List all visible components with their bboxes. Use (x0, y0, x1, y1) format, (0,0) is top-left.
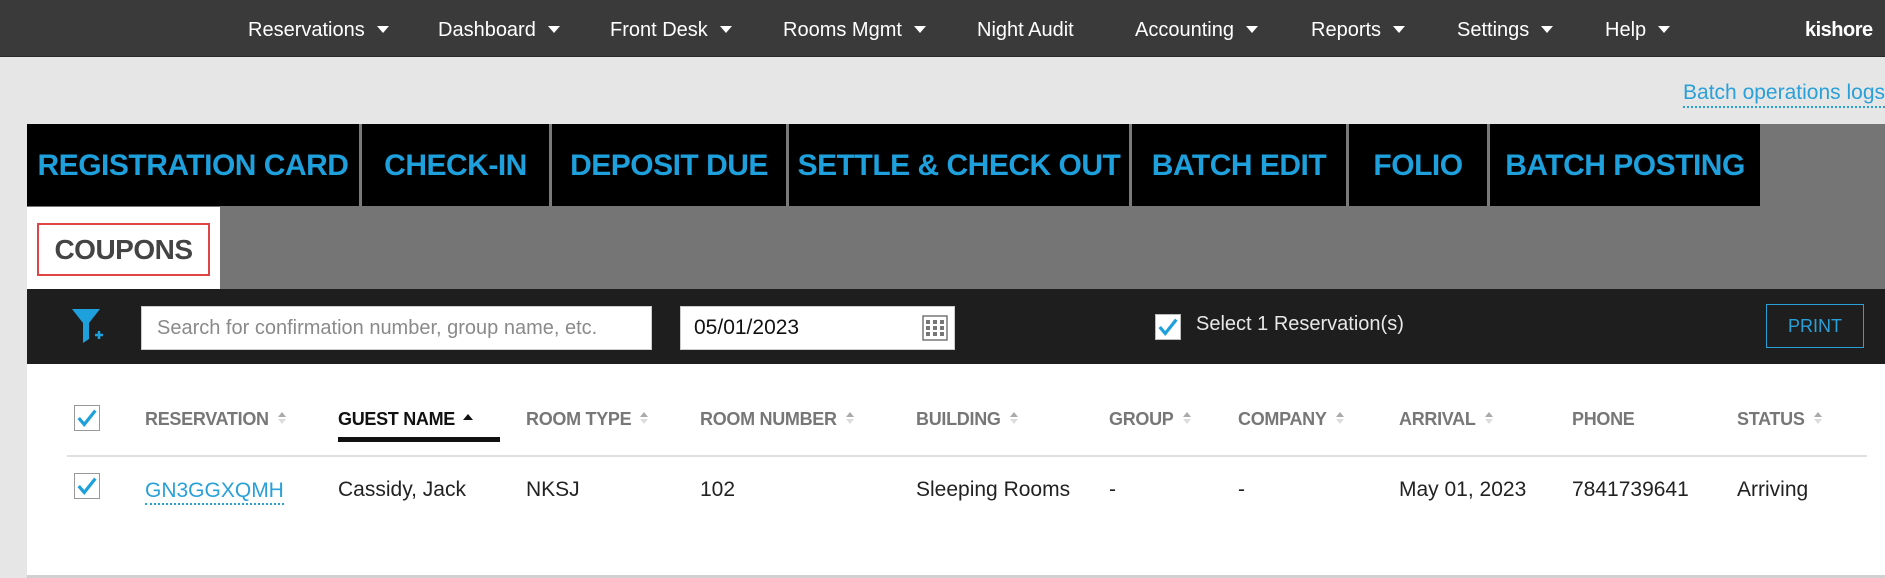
nav-label: Settings (1457, 19, 1530, 41)
column-label: PHONE (1572, 409, 1635, 429)
user-menu[interactable]: kishore (1805, 0, 1873, 57)
top-nav: Reservations Dashboard Front Desk Rooms … (0, 0, 1885, 57)
nav-dashboard[interactable]: Dashboard (438, 0, 560, 57)
sort-icon (1813, 412, 1822, 425)
sort-icon (640, 412, 649, 425)
tab-folio[interactable]: FOLIO (1346, 124, 1487, 206)
select-reservations-checkbox[interactable] (1155, 314, 1181, 340)
column-label: ROOM TYPE (526, 409, 632, 429)
column-label: COMPANY (1238, 409, 1327, 429)
cell-arrival: May 01, 2023 (1399, 478, 1527, 501)
tab-settle-check-out[interactable]: SETTLE & CHECK OUT (786, 124, 1129, 206)
nav-settings[interactable]: Settings (1457, 0, 1554, 57)
check-icon (77, 477, 97, 495)
chevron-down-icon (376, 26, 389, 34)
nav-rooms-mgmt[interactable]: Rooms Mgmt (783, 0, 926, 57)
column-header-group[interactable]: GROUP (1109, 409, 1192, 430)
batch-operations-logs-link[interactable]: Batch operations logs (1683, 80, 1885, 108)
nav-label: Reservations (248, 19, 365, 41)
nav-label: Rooms Mgmt (783, 19, 902, 41)
sort-icon (1182, 412, 1191, 425)
search-input[interactable] (141, 306, 652, 350)
toolbar: Select 1 Reservation(s) PRINT (27, 289, 1885, 364)
cell-group: - (1109, 478, 1116, 501)
tab-coupons[interactable]: COUPONS (27, 207, 220, 289)
column-label: BUILDING (916, 409, 1001, 429)
row-checkbox[interactable] (74, 473, 100, 499)
tab-coupons-label: COUPONS (37, 223, 210, 276)
nav-front-desk[interactable]: Front Desk (610, 0, 732, 57)
print-button[interactable]: PRINT (1766, 304, 1864, 348)
calendar-icon[interactable] (922, 315, 948, 341)
cell-phone: 7841739641 (1572, 478, 1689, 501)
column-header-phone[interactable]: PHONE (1572, 409, 1635, 430)
column-label: RESERVATION (145, 409, 269, 429)
tab-batch-posting[interactable]: BATCH POSTING (1487, 124, 1760, 206)
nav-reports[interactable]: Reports (1311, 0, 1406, 57)
column-header-company[interactable]: COMPANY (1238, 409, 1345, 430)
chevron-down-icon (1541, 26, 1554, 34)
nav-label: Front Desk (610, 19, 708, 41)
tab-deposit-due[interactable]: DEPOSIT DUE (549, 124, 786, 206)
nav-reservations[interactable]: Reservations (248, 0, 389, 57)
cell-room-number: 102 (700, 478, 736, 501)
select-reservations-label: Select 1 Reservation(s) (1196, 313, 1404, 335)
date-input[interactable] (681, 307, 911, 349)
cell-guest-name: Cassidy, Jack (338, 478, 466, 501)
column-header-arrival[interactable]: ARRIVAL (1399, 409, 1494, 430)
add-filter-icon[interactable] (69, 305, 105, 347)
sort-icon (1335, 412, 1344, 425)
tab-check-in[interactable]: CHECK-IN (359, 124, 549, 206)
tab-registration-card[interactable]: REGISTRATION CARD (27, 124, 359, 206)
nav-label: Reports (1311, 19, 1382, 41)
cell-company: - (1238, 478, 1245, 501)
column-header-room-type[interactable]: ROOM TYPE (526, 409, 649, 430)
sort-icon (1009, 412, 1018, 425)
check-icon (1158, 318, 1178, 336)
sort-icon (845, 412, 854, 425)
header-divider (67, 455, 1867, 457)
chevron-down-icon (1245, 26, 1258, 34)
date-field[interactable] (680, 306, 955, 350)
cell-building: Sleeping Rooms (916, 478, 1071, 501)
nav-help[interactable]: Help (1605, 0, 1671, 57)
chevron-down-icon (1658, 26, 1671, 34)
nav-label: Help (1605, 19, 1647, 41)
column-label: GUEST NAME (338, 409, 456, 429)
column-label: ROOM NUMBER (700, 409, 837, 429)
check-icon (77, 409, 97, 427)
nav-night-audit[interactable]: Night Audit (977, 0, 1074, 57)
column-header-room-number[interactable]: ROOM NUMBER (700, 409, 855, 430)
nav-accounting[interactable]: Accounting (1135, 0, 1258, 57)
cell-room-type: NKSJ (526, 478, 580, 501)
cell-status: Arriving (1737, 478, 1809, 501)
reservations-table: RESERVATION GUEST NAME ROOM TYPE ROOM NU… (27, 364, 1885, 578)
chevron-down-icon (1393, 26, 1406, 34)
sort-icon (1484, 412, 1493, 425)
chevron-down-icon (913, 26, 926, 34)
column-header-guest-name[interactable]: GUEST NAME (338, 409, 474, 430)
nav-label: Night Audit (977, 19, 1074, 41)
column-label: GROUP (1109, 409, 1174, 429)
sorted-column-indicator (338, 437, 500, 442)
reservation-link[interactable]: GN3GGXQMH (145, 478, 284, 505)
nav-label: Dashboard (438, 19, 536, 41)
nav-label: Accounting (1135, 19, 1234, 41)
column-header-building[interactable]: BUILDING (916, 409, 1019, 430)
column-label: ARRIVAL (1399, 409, 1476, 429)
user-name: kishore (1805, 19, 1873, 41)
column-header-reservation[interactable]: RESERVATION (145, 409, 287, 430)
select-all-checkbox[interactable] (74, 405, 100, 431)
tab-batch-edit[interactable]: BATCH EDIT (1129, 124, 1346, 206)
column-header-status[interactable]: STATUS (1737, 409, 1823, 430)
sort-icon (277, 412, 286, 425)
sort-ascending-icon (463, 414, 474, 421)
column-label: STATUS (1737, 409, 1805, 429)
chevron-down-icon (547, 26, 560, 34)
chevron-down-icon (719, 26, 732, 34)
